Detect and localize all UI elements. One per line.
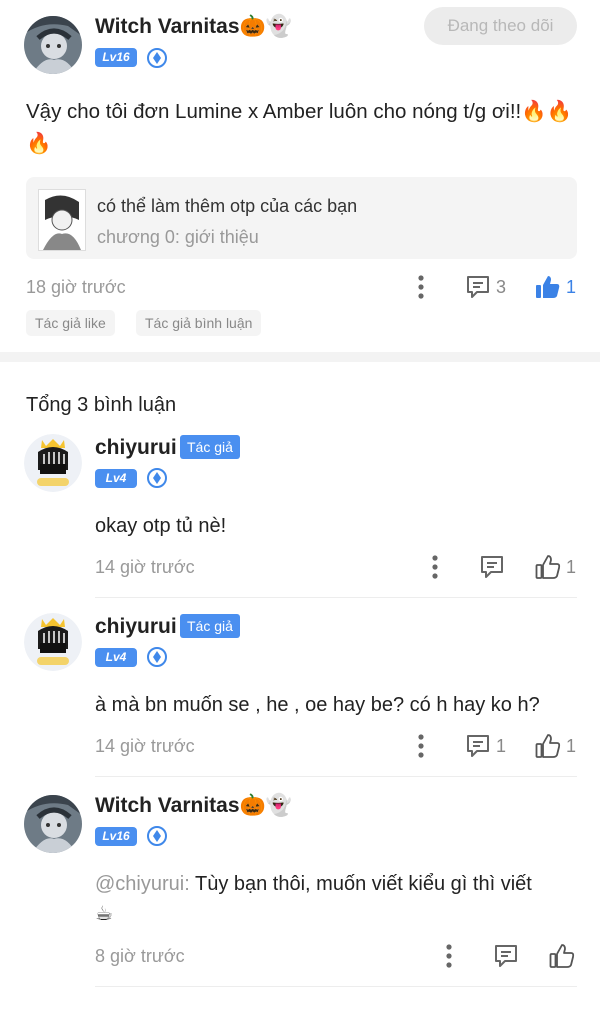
reply-icon[interactable] [480, 555, 504, 579]
author-emoji: 🎃👻 [239, 15, 292, 38]
reply-author-name[interactable]: chiyurui [95, 615, 177, 639]
avatar[interactable] [24, 795, 82, 853]
like-count: 1 [566, 557, 577, 577]
quote-chapter: chương 0: giới thiệu [97, 227, 259, 247]
divider [95, 597, 577, 598]
level-badge: Lv16 [95, 48, 137, 67]
reply-text: @chiyurui: Tùy bạn thôi, muốn viết kiểu … [95, 869, 575, 929]
divider [95, 986, 577, 987]
verified-icon [147, 826, 167, 846]
reply-text: okay otp tủ nè! [95, 515, 227, 537]
author-tag: Tác giả [180, 614, 240, 638]
avatar[interactable] [24, 613, 82, 671]
chapter-thumbnail-icon [38, 189, 86, 251]
post-time: 18 giờ trước [26, 277, 126, 297]
verified-icon [147, 468, 167, 488]
reply-count: 3 [496, 277, 507, 297]
like-icon[interactable] [549, 943, 575, 969]
more-options-icon[interactable] [412, 732, 430, 760]
reply-count: 1 [496, 736, 507, 756]
author-name-text[interactable]: Witch Varnitas [95, 794, 240, 817]
level-badge: Lv16 [95, 827, 137, 846]
reply-time: 14 giờ trước [95, 736, 195, 756]
quoted-chapter-card[interactable]: có thể làm thêm otp của các bạn chương 0… [26, 177, 577, 259]
mention-link[interactable]: @chiyurui: [95, 873, 190, 895]
comments-header: Tổng 3 bình luận [26, 394, 177, 416]
post-content: Vậy cho tôi đơn Lumine x Amber luôn cho … [26, 100, 573, 155]
section-divider [0, 352, 600, 362]
verified-icon [147, 48, 167, 68]
like-count: 1 [566, 736, 577, 756]
reply-time: 8 giờ trước [95, 946, 185, 966]
divider [95, 776, 577, 777]
reply-text: à mà bn muốn se , he , oe hay be? có h h… [95, 694, 540, 716]
more-options-icon[interactable] [412, 273, 430, 301]
level-badge: Lv4 [95, 469, 137, 488]
tag-author-commented: Tác giả bình luận [136, 310, 262, 336]
like-icon-active[interactable] [535, 274, 561, 300]
post-author-name[interactable]: Witch Varnitas🎃👻 [95, 15, 292, 39]
like-icon[interactable] [535, 733, 561, 759]
more-options-icon[interactable] [426, 553, 444, 581]
avatar[interactable] [24, 434, 82, 492]
tag-author-liked: Tác giả like [26, 310, 115, 336]
reply-time: 14 giờ trước [95, 557, 195, 577]
follow-button[interactable]: Đang theo dõi [424, 7, 577, 45]
reply-text-body: Tùy bạn thôi, muốn viết kiểu gì thì viết [189, 873, 532, 895]
verified-icon [147, 647, 167, 667]
level-badge: Lv4 [95, 648, 137, 667]
more-options-icon[interactable] [440, 942, 458, 970]
reply-author-name[interactable]: Witch Varnitas🎃👻 [95, 794, 292, 818]
quote-text: có thể làm thêm otp của các bạn [97, 196, 358, 216]
like-count: 1 [566, 277, 577, 297]
reply-icon[interactable] [494, 944, 518, 968]
coffee-emoji: ☕ [95, 903, 113, 925]
author-emoji: 🎃👻 [239, 794, 292, 817]
reply-author-name[interactable]: chiyurui [95, 436, 177, 460]
reply-icon[interactable] [466, 734, 490, 758]
like-icon[interactable] [535, 554, 561, 580]
author-name-text[interactable]: Witch Varnitas [95, 15, 240, 38]
reply-icon[interactable] [466, 275, 490, 299]
author-tag: Tác giả [180, 435, 240, 459]
avatar[interactable] [24, 16, 82, 74]
